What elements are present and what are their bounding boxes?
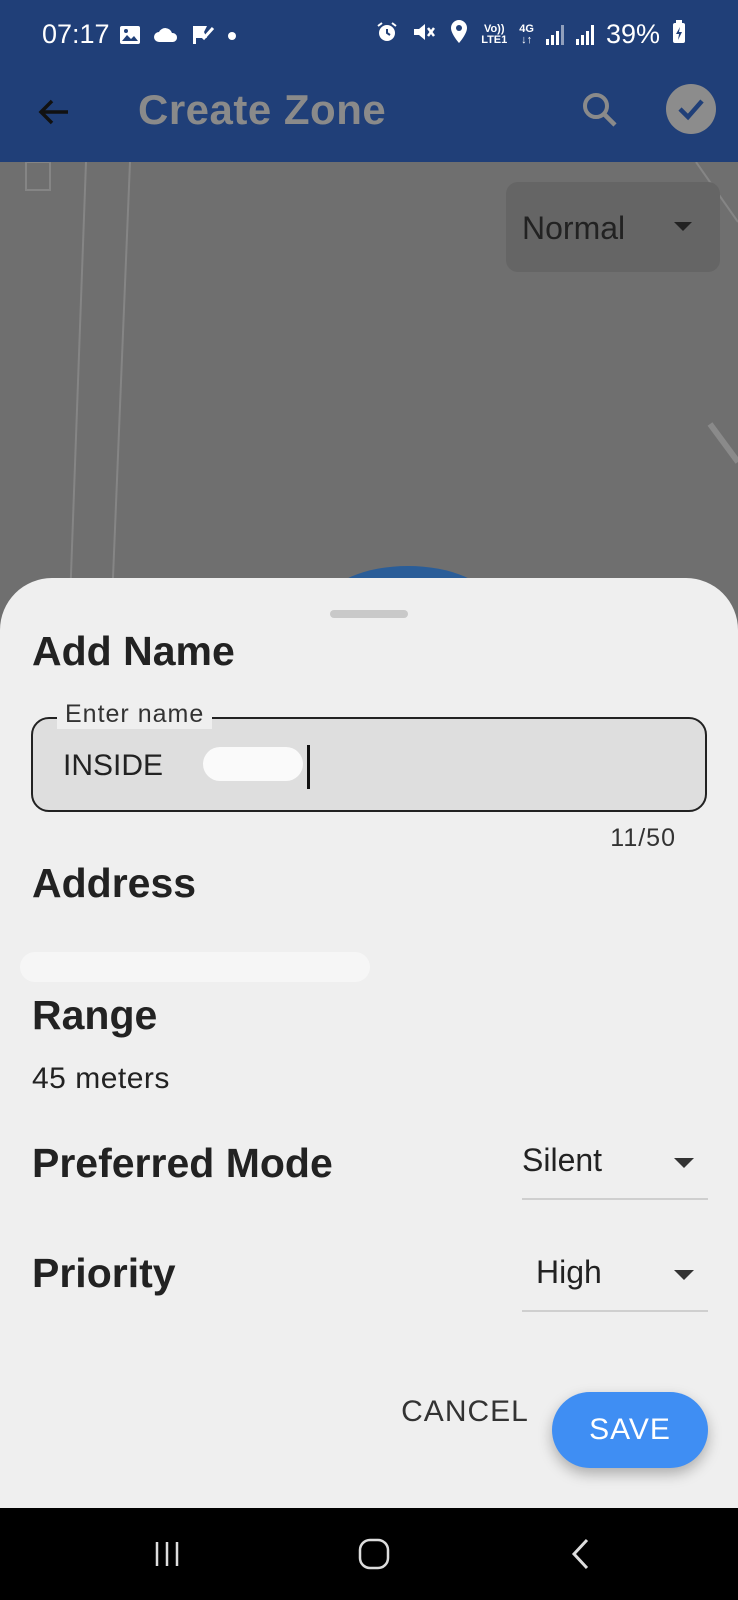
- network-label: Vo)) LTE1: [481, 22, 508, 46]
- character-counter: 11/50: [610, 824, 676, 852]
- redacted-text: [203, 747, 303, 781]
- back-nav-button[interactable]: [556, 1528, 608, 1580]
- confirm-button[interactable]: [666, 84, 716, 134]
- preferred-mode-value: Silent: [522, 1142, 603, 1178]
- name-input[interactable]: Enter name INSIDE: [31, 700, 707, 812]
- search-icon: [583, 93, 617, 127]
- status-bar: 07:17 Vo)) LTE1 4G ↓↑ 39%: [0, 0, 738, 72]
- address-value-redacted: [20, 952, 370, 982]
- notification-icons: [118, 22, 238, 53]
- check-flag-icon: [190, 22, 216, 53]
- map-view[interactable]: Normal: [0, 162, 738, 602]
- battery-icon: [672, 20, 686, 49]
- cancel-button[interactable]: CANCEL: [390, 1376, 540, 1448]
- range-value: 45 meters: [32, 1062, 170, 1095]
- home-button[interactable]: [348, 1528, 400, 1580]
- caret-down-icon: [674, 1270, 694, 1280]
- caret-down-icon: [674, 1158, 694, 1168]
- arrow-left-icon: [38, 99, 68, 125]
- preferred-mode-heading: Preferred Mode: [32, 1140, 333, 1186]
- signal-icon: [575, 24, 594, 45]
- create-zone-sheet: Add Name Enter name INSIDE 11/50 Address…: [0, 578, 738, 1508]
- drag-handle[interactable]: [330, 610, 408, 618]
- chevron-left-icon: [571, 1538, 589, 1570]
- cloud-icon: [152, 24, 180, 51]
- recents-icon: [155, 1542, 179, 1566]
- search-button[interactable]: [578, 88, 622, 132]
- recents-button[interactable]: [141, 1528, 193, 1580]
- status-time: 07:17: [42, 19, 110, 49]
- battery-percent: 39%: [605, 19, 660, 49]
- system-navigation-bar: [0, 1508, 738, 1600]
- add-name-heading: Add Name: [32, 628, 235, 674]
- page-title: Create Zone: [138, 86, 387, 133]
- priority-dropdown[interactable]: High: [522, 1248, 708, 1312]
- map-type-selector[interactable]: Normal: [506, 182, 720, 272]
- priority-heading: Priority: [32, 1250, 176, 1296]
- location-icon: [449, 19, 469, 50]
- map-type-label: Normal: [522, 210, 626, 246]
- check-icon: [678, 99, 704, 121]
- network-type: 4G ↓↑: [519, 22, 534, 46]
- signal-icon: [545, 24, 564, 45]
- name-input-value: INSIDE: [63, 749, 164, 782]
- back-button[interactable]: [32, 90, 76, 134]
- alarm-icon: [375, 20, 399, 49]
- system-icons: Vo)) LTE1 4G ↓↑ 39%: [375, 19, 686, 50]
- priority-value: High: [536, 1254, 602, 1290]
- name-input-label: Enter name: [57, 700, 213, 729]
- caret-down-icon: [674, 222, 692, 231]
- save-button[interactable]: SAVE: [552, 1392, 708, 1468]
- home-icon: [358, 1538, 390, 1570]
- app-bar: Create Zone: [0, 72, 738, 162]
- gallery-icon: [118, 23, 142, 52]
- range-heading: Range: [32, 992, 158, 1038]
- address-heading: Address: [32, 860, 197, 906]
- text-cursor: [307, 745, 310, 789]
- preferred-mode-dropdown[interactable]: Silent: [522, 1136, 708, 1200]
- dot-icon: [226, 29, 238, 47]
- mute-icon: [411, 20, 437, 49]
